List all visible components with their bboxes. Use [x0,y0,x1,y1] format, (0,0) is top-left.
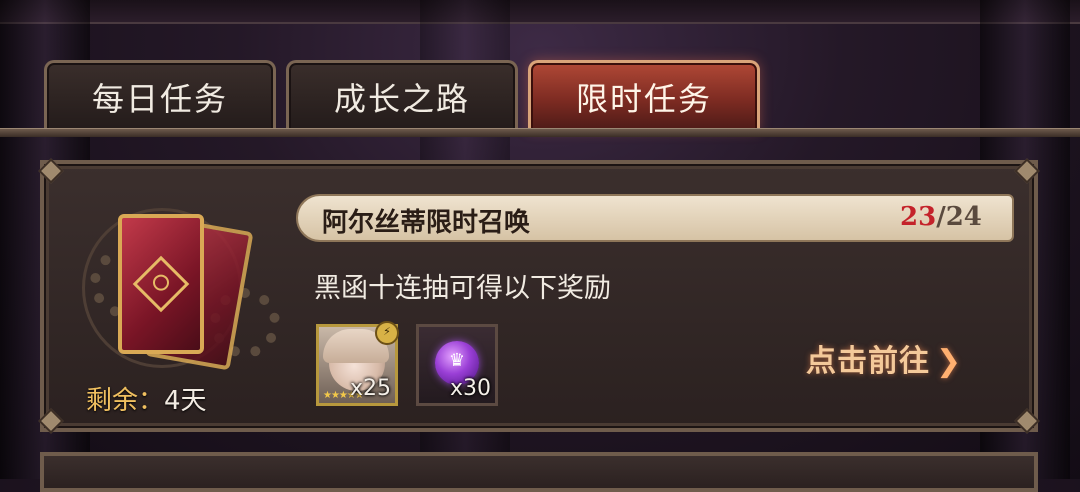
summon-card-art [60,178,280,378]
tab-label: 成长之路 [333,80,470,118]
tab-growth-path[interactable]: 成长之路 [286,60,518,131]
tab-label: 每日任务 [91,80,228,118]
progress-separator: / [936,202,946,232]
tab-limited-tasks[interactable]: 限时任务 [528,60,760,131]
task-progress: 23/24 [900,202,982,232]
remaining-value: 4天 [164,386,207,416]
tab-rail [0,128,1080,137]
progress-total: 24 [945,202,982,232]
reward-hero-portrait[interactable]: ⚡ ★★★★★ x25 [316,321,399,406]
corner-ornament [1014,408,1040,434]
corner-ornament [1014,158,1040,184]
card-back-icon [118,214,204,354]
task-title: 阿尔丝蒂限时召唤 [322,208,531,238]
goto-button[interactable]: 点击前往 ❯ [806,336,962,380]
element-badge-icon: ⚡ [375,321,399,345]
top-frame [0,0,1080,24]
crown-icon: ♛ [448,350,466,371]
reward-quantity: x25 [349,376,391,401]
corner-ornament [38,408,64,434]
tab-label: 限时任务 [575,80,712,118]
remaining-time: 剩余：4天 [86,380,207,417]
next-task-card [40,452,1038,492]
remaining-label: 剩余： [86,386,165,416]
chevron-right-icon: ❯ [936,344,963,379]
goto-label: 点击前往 [806,344,930,379]
tab-daily-tasks[interactable]: 每日任务 [44,60,276,131]
progress-current: 23 [900,202,937,232]
reward-quantity: x30 [449,376,491,401]
card-emblem-icon [132,255,190,313]
task-description: 黑函十连抽可得以下奖励 [314,273,611,304]
reward-purple-gem[interactable]: ♛ x30 [416,324,498,406]
